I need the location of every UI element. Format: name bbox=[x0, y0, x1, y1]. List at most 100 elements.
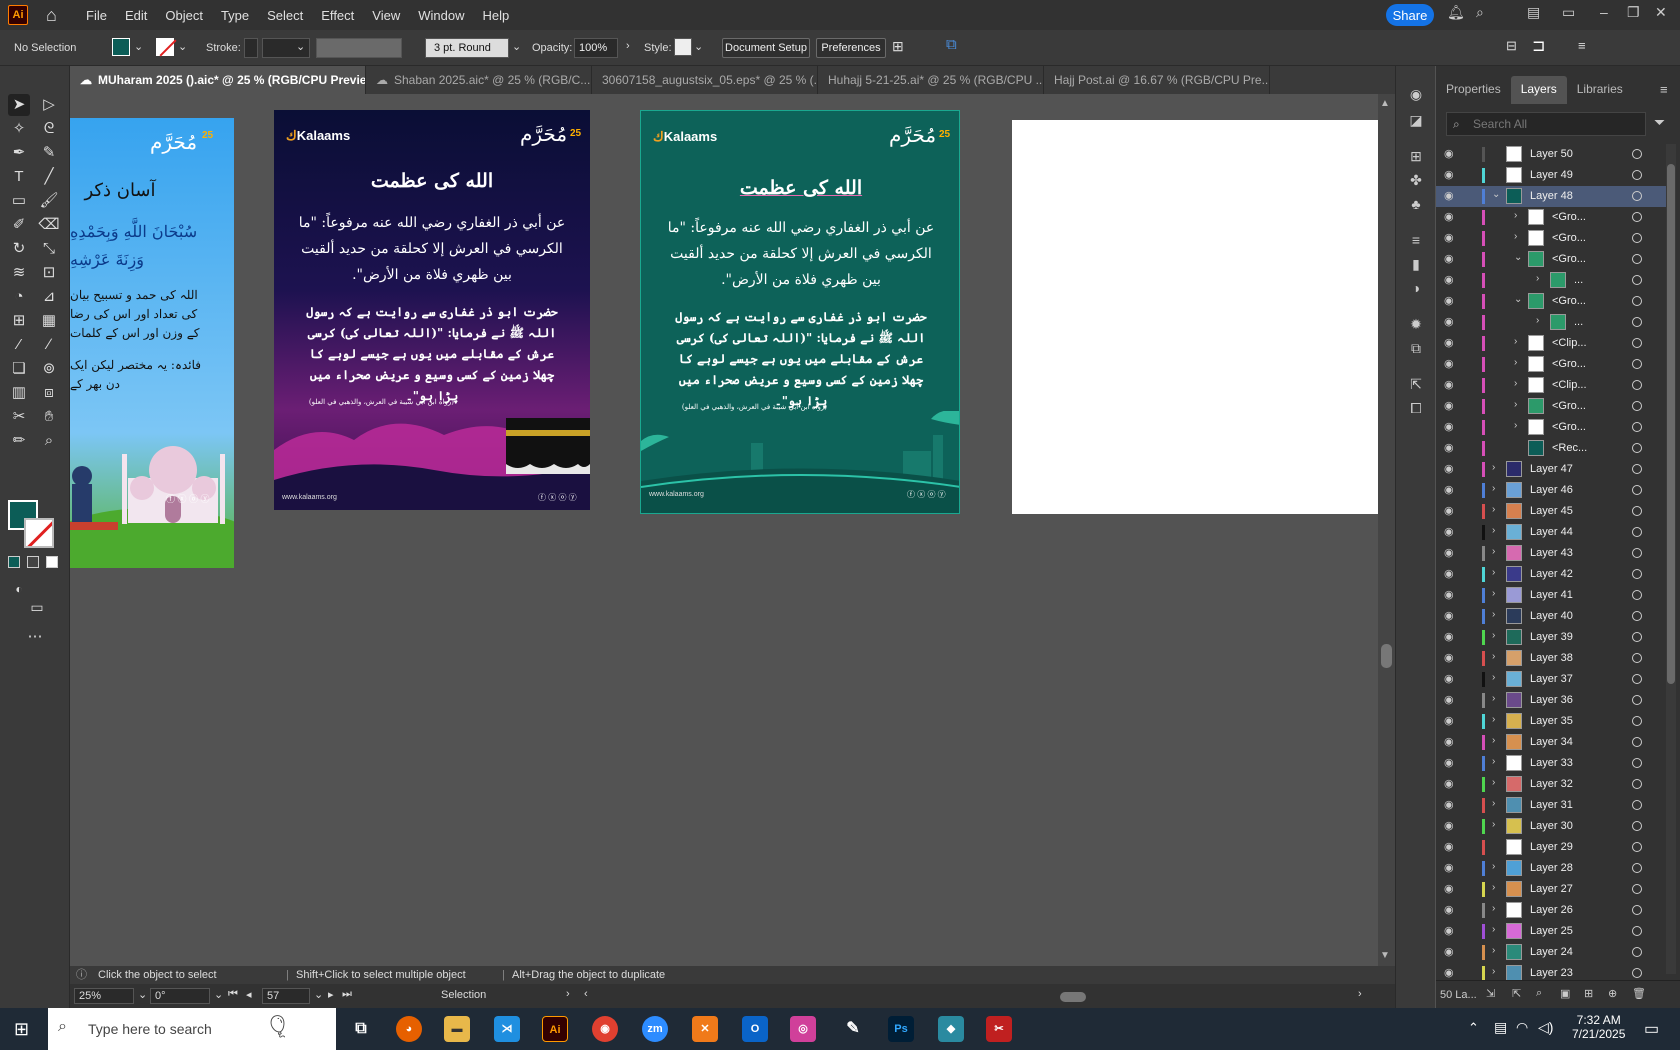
menu-file[interactable]: File bbox=[86, 8, 107, 23]
scroll-up-icon[interactable]: ▲ bbox=[1380, 98, 1390, 109]
paintbrush-icon[interactable]: 🖌︎ bbox=[38, 190, 60, 212]
eye-icon[interactable]: ◉ bbox=[1444, 882, 1458, 895]
first-artboard-icon[interactable]: ⏮ bbox=[228, 988, 238, 1001]
appearance-icon[interactable]: ◉ bbox=[1406, 84, 1426, 104]
artboard-tool-icon[interactable]: ⧈ bbox=[38, 382, 60, 404]
tab-huhajj[interactable]: Huhajj 5-21-25.ai* @ 25 % (RGB/CPU ...✕ bbox=[818, 66, 1044, 94]
screen-mode-icon[interactable]: ▭ bbox=[26, 596, 48, 618]
scale-tool-icon[interactable]: ⤡ bbox=[38, 238, 60, 260]
eye-icon[interactable]: ◉ bbox=[1444, 777, 1458, 790]
blend-tool-icon[interactable]: ❏ bbox=[8, 358, 30, 380]
expand-icon[interactable]: › bbox=[1492, 819, 1495, 830]
eye-icon[interactable]: ◉ bbox=[1444, 693, 1458, 706]
menu-edit[interactable]: Edit bbox=[125, 8, 147, 23]
expand-icon[interactable]: › bbox=[1514, 420, 1517, 431]
target-icon[interactable] bbox=[1632, 191, 1642, 201]
fill-swatch[interactable] bbox=[112, 38, 130, 56]
target-icon[interactable] bbox=[1632, 401, 1642, 411]
tab-layers[interactable]: Layers bbox=[1510, 76, 1567, 104]
clock[interactable]: 7:32 AM 7/21/2025 bbox=[1572, 1013, 1625, 1041]
eye-icon[interactable]: ◉ bbox=[1444, 966, 1458, 979]
expand-icon[interactable]: › bbox=[1492, 651, 1495, 662]
target-icon[interactable] bbox=[1632, 212, 1642, 222]
artboards-icon[interactable]: ⧉ bbox=[1406, 338, 1426, 358]
artboard-partial[interactable]: مُحَرَّم 25 آسان ذکر سُبْحَانَ اللَّهِ و… bbox=[70, 118, 234, 568]
target-icon[interactable] bbox=[1632, 842, 1642, 852]
vertical-scrollbar[interactable]: ▲ ▼ bbox=[1378, 94, 1395, 966]
workspace-icon[interactable]: ▤ bbox=[1527, 4, 1540, 21]
eye-icon[interactable]: ◉ bbox=[1444, 399, 1458, 412]
target-icon[interactable] bbox=[1632, 737, 1642, 747]
layer-row[interactable]: ◉ › Layer 41 bbox=[1436, 585, 1666, 606]
expand-icon[interactable]: › bbox=[1492, 588, 1495, 599]
target-icon[interactable] bbox=[1632, 506, 1642, 516]
artboard-purple[interactable]: كKalaams مُحَرَّم 25 الله کی عظمت عن أبي… bbox=[274, 110, 590, 510]
layer-row[interactable]: ◉ ⌄ <Gro... bbox=[1436, 291, 1666, 312]
eye-icon[interactable]: ◉ bbox=[1444, 735, 1458, 748]
eye-icon[interactable]: ◉ bbox=[1444, 168, 1458, 181]
home-icon[interactable]: ⌂ bbox=[46, 5, 66, 25]
target-icon[interactable] bbox=[1632, 926, 1642, 936]
maximize-icon[interactable]: ❐ bbox=[1627, 4, 1640, 21]
expand-icon[interactable]: › bbox=[1492, 798, 1495, 809]
rotate-tool-icon[interactable]: ↻ bbox=[8, 238, 30, 260]
chevron-right-icon[interactable]: › bbox=[566, 988, 570, 1000]
eye-icon[interactable]: ◉ bbox=[1444, 252, 1458, 265]
expand-icon[interactable]: › bbox=[1492, 504, 1495, 515]
pen-icon[interactable]: ✎ bbox=[840, 1016, 866, 1042]
layers-search-input[interactable]: ⌕ Search All bbox=[1446, 112, 1646, 136]
eye-icon[interactable]: ◉ bbox=[1444, 504, 1458, 517]
expand-icon[interactable]: ⌄ bbox=[1514, 294, 1522, 305]
chevron-down-icon[interactable]: ⌄ bbox=[178, 40, 187, 53]
menu-effect[interactable]: Effect bbox=[321, 8, 354, 23]
layer-row[interactable]: ◉ ›... bbox=[1436, 312, 1666, 333]
target-icon[interactable] bbox=[1632, 527, 1642, 537]
eye-icon[interactable]: ◉ bbox=[1444, 588, 1458, 601]
eye-icon[interactable]: ◉ bbox=[1444, 672, 1458, 685]
filter-icon[interactable]: ⏷ bbox=[1654, 114, 1665, 131]
canvas[interactable]: مُحَرَّم 25 آسان ذکر سُبْحَانَ اللَّهِ و… bbox=[70, 94, 1378, 966]
layer-row[interactable]: ◉ › Layer 36 bbox=[1436, 690, 1666, 711]
artboard-number-input[interactable]: 57 bbox=[262, 988, 310, 1004]
recolor-icon[interactable]: ⧉ bbox=[946, 36, 957, 53]
eye-icon[interactable]: ◉ bbox=[1444, 483, 1458, 496]
slice-tool-icon[interactable]: ✂ bbox=[8, 406, 30, 428]
selection-tool-icon[interactable]: ➤ bbox=[8, 94, 30, 116]
expand-icon[interactable]: › bbox=[1492, 630, 1495, 641]
layer-row[interactable]: ◉ › Layer 30 bbox=[1436, 816, 1666, 837]
none-mode-icon[interactable] bbox=[46, 556, 58, 568]
target-icon[interactable] bbox=[1632, 611, 1642, 621]
measure-icon[interactable]: ∕ bbox=[38, 334, 60, 356]
eye-icon[interactable]: ◉ bbox=[1444, 840, 1458, 853]
file-explorer-icon[interactable]: ▬ bbox=[444, 1016, 470, 1042]
layer-row[interactable]: ◉ › Layer 23 bbox=[1436, 963, 1666, 980]
locate-object-icon[interactable]: ⌕ bbox=[1536, 987, 1542, 1000]
pathfinder-icon[interactable]: ⧠ bbox=[1406, 398, 1426, 418]
layer-row[interactable]: ◉ › Layer 34 bbox=[1436, 732, 1666, 753]
panel-menu-icon[interactable]: ≡ bbox=[1660, 82, 1668, 97]
mesh-tool-icon[interactable]: ⊞ bbox=[8, 310, 30, 332]
notification-icon[interactable]: ▭ bbox=[1644, 1019, 1659, 1039]
eye-icon[interactable]: ◉ bbox=[1444, 378, 1458, 391]
app-icon[interactable]: ◆ bbox=[938, 1016, 964, 1042]
eye-icon[interactable]: ◉ bbox=[1444, 462, 1458, 475]
target-icon[interactable] bbox=[1632, 590, 1642, 600]
menu-help[interactable]: Help bbox=[482, 8, 509, 23]
clipping-mask-icon[interactable]: ▣ bbox=[1560, 987, 1570, 1000]
zoom-select[interactable]: 25% bbox=[74, 988, 134, 1004]
layer-row[interactable]: ◉ Layer 29 bbox=[1436, 837, 1666, 858]
tab-shaban[interactable]: ☁Shaban 2025.aic* @ 25 % (RGB/C...✕ bbox=[366, 66, 592, 94]
layer-row[interactable]: ◉ › <Gro... bbox=[1436, 396, 1666, 417]
curvature-tool-icon[interactable]: ✎ bbox=[38, 142, 60, 164]
target-icon[interactable] bbox=[1632, 968, 1642, 978]
expand-icon[interactable]: › bbox=[1492, 609, 1495, 620]
menu-icon[interactable]: ≡ bbox=[1578, 38, 1586, 53]
lasso-icon[interactable]: ᘓ bbox=[38, 118, 60, 140]
eye-icon[interactable]: ◉ bbox=[1444, 903, 1458, 916]
taskbar-search-box[interactable]: ⌕ Type here to search 🎈︎ bbox=[48, 1008, 336, 1050]
snipping-tool-icon[interactable]: ✂ bbox=[986, 1016, 1012, 1042]
expand-icon[interactable]: › bbox=[1492, 882, 1495, 893]
chevron-down-icon[interactable]: ⌄ bbox=[138, 988, 147, 1001]
layer-row[interactable]: ◉ › <Gro... bbox=[1436, 228, 1666, 249]
transparency-icon[interactable]: ◑ bbox=[1406, 278, 1426, 298]
